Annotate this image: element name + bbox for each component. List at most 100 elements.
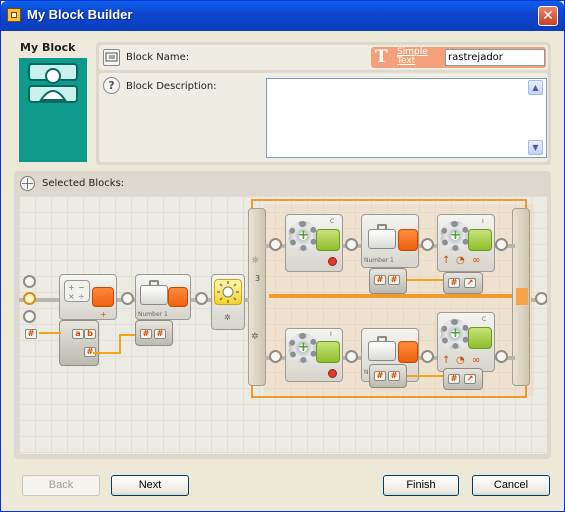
- branch-top-hub-3: [421, 238, 434, 251]
- back-button[interactable]: Back: [22, 475, 100, 496]
- power-gauge-icon: ◔: [456, 355, 465, 366]
- math-output-tab: [92, 287, 114, 307]
- switch-frame-bottom: [251, 396, 527, 398]
- scroll-up-icon[interactable]: ▲: [528, 80, 543, 95]
- motor-i-top[interactable]: + I ↑ ◔ ∞: [437, 214, 495, 272]
- wire-math-out: [93, 352, 121, 354]
- variable-tab: [398, 229, 418, 251]
- cancel-button[interactable]: Cancel: [472, 475, 550, 496]
- math-port-b-icon: b: [84, 329, 96, 339]
- infinity-icon: ∞: [472, 355, 481, 366]
- crosshair-icon: [20, 176, 35, 191]
- variable-top-out-icon: #: [388, 275, 400, 285]
- block-name-input[interactable]: rastrejador: [445, 49, 545, 66]
- motor-tab: [468, 327, 492, 349]
- wire-start-math: [39, 332, 61, 334]
- motor-tab: [468, 229, 492, 251]
- motor-port-label: C: [330, 218, 335, 225]
- variable-top[interactable]: Number 1: [361, 214, 419, 268]
- variable-block-1[interactable]: Number 1: [135, 274, 191, 320]
- sensor-settings-icon: ✲: [224, 313, 231, 322]
- math-data-hub[interactable]: a b #: [59, 320, 99, 366]
- wire-top-var-to-motor: [407, 279, 443, 281]
- variable-bottom-out-icon: #: [388, 371, 400, 381]
- finish-button[interactable]: Finish: [383, 475, 459, 496]
- next-button[interactable]: Next: [111, 475, 189, 496]
- switch-divider: [269, 294, 523, 298]
- wire-bottom-var-to-motor: [407, 375, 443, 377]
- plus-icon: +: [450, 326, 461, 341]
- direction-up-icon: ↑: [442, 355, 451, 366]
- my-block-panel: My Block: [14, 38, 94, 164]
- motor-port-label: I: [482, 218, 484, 225]
- branch-bottom-hub-1: [269, 350, 282, 363]
- start-hub-mid: [23, 292, 36, 305]
- scroll-down-icon[interactable]: ▼: [528, 140, 543, 155]
- switch-case-value: 3: [255, 274, 261, 283]
- power-gauge-icon: ◔: [456, 255, 465, 266]
- switch-frame-left-bottom: [251, 386, 253, 398]
- branch-bottom-hub-4: [495, 350, 508, 363]
- name-tag-icon: [103, 49, 120, 66]
- branch-top-hub-2: [345, 238, 358, 251]
- variable-1-in-icon: #: [140, 329, 152, 339]
- light-sensor-icon: [214, 279, 242, 305]
- motor-c-bottom-in-icon: #: [448, 374, 460, 384]
- stop-icon: [328, 369, 337, 378]
- block-canvas[interactable]: 3 + − × ÷ + a b # # Number 1 # # ✲ ☼ ✲ +…: [19, 196, 547, 454]
- branch-top-hub-1: [269, 238, 282, 251]
- simple-text-link[interactable]: Simple Text: [397, 48, 431, 66]
- plus-icon: +: [298, 228, 309, 243]
- motor-c-bottom[interactable]: + C ↑ ◔ ∞: [437, 312, 495, 372]
- start-hub-top: [23, 275, 36, 288]
- motor-i-top-data-hub[interactable]: # ↗: [443, 272, 483, 294]
- start-hub-bottom: [23, 310, 36, 323]
- switch-left-rail[interactable]: [248, 208, 266, 386]
- my-block-label: My Block: [20, 41, 76, 54]
- motor-i-bottom[interactable]: + I: [285, 328, 343, 382]
- suitcase-icon: [140, 280, 168, 305]
- title-bar[interactable]: My Block Builder ✕: [1, 1, 564, 31]
- my-block-builder-window: My Block Builder ✕ My Block Block Name: …: [0, 0, 565, 512]
- block-description-textarea[interactable]: [266, 78, 547, 158]
- variable-1-data-hub[interactable]: # #: [135, 320, 173, 346]
- sensor-block[interactable]: ✲: [211, 274, 245, 330]
- variable-top-data-hub[interactable]: # #: [369, 268, 407, 294]
- plus-icon: +: [450, 228, 461, 243]
- block-description-row: ? Block Description: ▲ ▼: [99, 73, 548, 162]
- switch-frame-top: [251, 199, 527, 201]
- window-title: My Block Builder: [27, 7, 133, 22]
- math-block[interactable]: + − × ÷ +: [59, 274, 117, 320]
- my-block-icon[interactable]: [19, 58, 87, 162]
- wire-math-vertical: [119, 334, 121, 354]
- stop-icon: [328, 257, 337, 266]
- variable-bottom-data-hub[interactable]: # #: [369, 364, 407, 388]
- selected-blocks-panel: Selected Blocks: 3 + − × ÷ + a b # # Num…: [14, 171, 551, 459]
- math-icon: + − × ÷: [64, 280, 90, 302]
- close-button[interactable]: ✕: [538, 6, 558, 26]
- motor-c-bottom-data-hub[interactable]: # ↗: [443, 368, 483, 390]
- variable-1-label: Number 1: [138, 311, 168, 318]
- switch-exit-marker: [516, 288, 528, 305]
- branch-bottom-hub-3: [421, 350, 434, 363]
- hub-after-var: [195, 292, 208, 305]
- branch-top-hub-4: [495, 238, 508, 251]
- switch-settings-icon: ✲: [251, 332, 259, 342]
- hub-after-math: [121, 292, 134, 305]
- variable-1-out-icon: #: [154, 329, 166, 339]
- suitcase-icon: [368, 336, 396, 361]
- sequence-end-hub: [535, 292, 547, 305]
- variable-top-label: Number 1: [364, 257, 394, 264]
- svg-text:÷: ÷: [78, 292, 85, 301]
- variable-tab: [168, 287, 188, 307]
- text-type-icon: T: [375, 47, 388, 67]
- motor-c-bottom-out-icon: ↗: [464, 374, 476, 384]
- direction-up-icon: ↑: [442, 255, 451, 266]
- simple-text-box: T Simple Text rastrejador: [371, 47, 546, 68]
- variable-top-in-icon: #: [374, 275, 386, 285]
- motor-c-top[interactable]: + C: [285, 214, 343, 272]
- motor-i-top-in-icon: #: [448, 278, 460, 288]
- question-icon: ?: [103, 77, 120, 94]
- selected-blocks-label: Selected Blocks:: [42, 178, 125, 189]
- block-description-label: Block Description:: [126, 81, 217, 92]
